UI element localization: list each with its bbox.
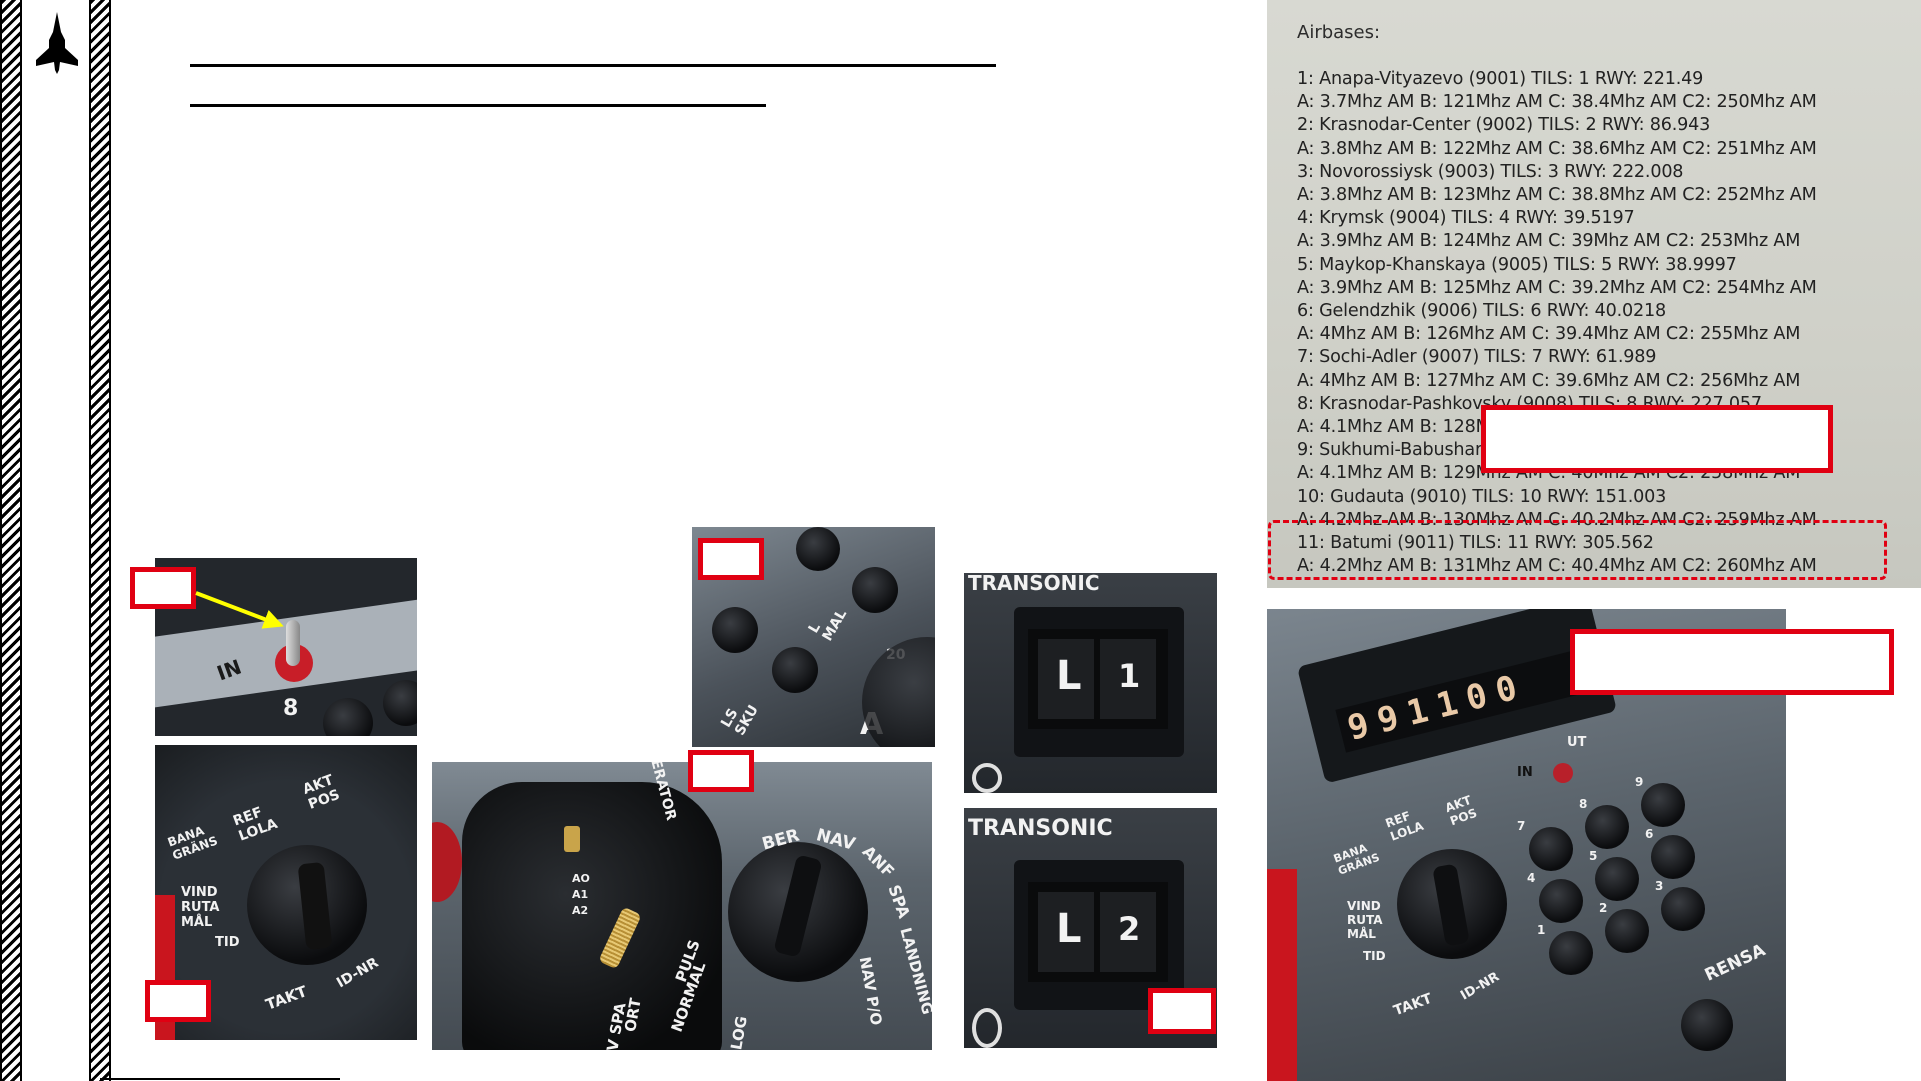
key-label: 1 bbox=[1537, 923, 1546, 937]
list-item: A: 3.8Mhz AM B: 123Mhz AM C: 38.8Mhz AM … bbox=[1297, 185, 1817, 206]
tils-letter: L bbox=[1056, 653, 1082, 699]
keypad-key-4[interactable] bbox=[1539, 879, 1583, 923]
lever-label: A1 bbox=[572, 888, 589, 901]
tils-digit: 2 bbox=[1118, 910, 1141, 948]
key-label: 2 bbox=[1599, 901, 1608, 915]
key-label: 3 bbox=[1655, 879, 1664, 893]
keypad-key-2[interactable] bbox=[1605, 909, 1649, 953]
keypad-key-7[interactable] bbox=[1529, 827, 1573, 871]
key-label: 8 bbox=[1579, 797, 1588, 811]
key-label: 9 bbox=[1635, 775, 1644, 789]
callout-box bbox=[688, 750, 754, 792]
lever-label: A2 bbox=[572, 904, 589, 917]
list-item: 7: Sochi-Adler (9007) TILS: 7 RWY: 61.98… bbox=[1297, 347, 1657, 368]
batumi-highlight bbox=[1268, 520, 1887, 580]
keypad-key-8[interactable] bbox=[1585, 805, 1629, 849]
selector-label-vind: VIND RUTA MÅL bbox=[1347, 899, 1383, 941]
keypad-key-1[interactable] bbox=[1549, 931, 1593, 975]
sidebar-hatch-left bbox=[0, 0, 22, 1081]
list-item: A: 3.9Mhz AM B: 125Mhz AM C: 39.2Mhz AM … bbox=[1297, 277, 1817, 298]
list-item: 1: Anapa-Vityazevo (9001) TILS: 1 RWY: 2… bbox=[1297, 69, 1704, 89]
knob[interactable] bbox=[383, 680, 417, 726]
rensa-button[interactable] bbox=[1681, 999, 1733, 1051]
push-button[interactable] bbox=[796, 527, 840, 571]
photo-tils-display-1: TRANSONIC L 1 bbox=[964, 573, 1217, 793]
transonic-label: TRANSONIC bbox=[968, 573, 1100, 595]
ut-label: UT bbox=[1567, 735, 1587, 750]
list-item: A: 3.8Mhz AM B: 122Mhz AM C: 38.6Mhz AM … bbox=[1297, 138, 1817, 159]
key-label: 6 bbox=[1645, 827, 1654, 841]
callout-box bbox=[1148, 988, 1216, 1034]
title-underline bbox=[190, 64, 996, 67]
airbases-list: 1: Anapa-Vityazevo (9001) TILS: 1 RWY: 2… bbox=[1297, 68, 1917, 578]
selector-label-vind: VIND RUTA MÅL bbox=[181, 885, 220, 930]
list-item: A: 3.9Mhz AM B: 124Mhz AM C: 39Mhz AM C2… bbox=[1297, 231, 1801, 252]
callout-box bbox=[145, 980, 211, 1022]
photo-master-mode: AO A1 A2 ERATOR BER NAV ANF SPA LANDNING… bbox=[432, 762, 932, 1050]
in-toggle-switch[interactable] bbox=[286, 620, 300, 666]
tils-letter: L bbox=[1056, 906, 1082, 952]
tils-digit: 1 bbox=[1118, 657, 1141, 695]
airbases-title: Airbases: bbox=[1297, 22, 1381, 43]
gold-button[interactable] bbox=[564, 826, 580, 852]
key-label: 4 bbox=[1527, 871, 1536, 885]
callout-box bbox=[130, 567, 196, 609]
list-item: 6: Gelendzhik (9006) TILS: 6 RWY: 40.021… bbox=[1297, 301, 1666, 322]
list-item: 5: Maykop-Khanskaya (9005) TILS: 5 RWY: … bbox=[1297, 254, 1737, 275]
list-item: A: 3.7Mhz AM B: 121Mhz AM C: 38.4Mhz AM … bbox=[1297, 92, 1817, 113]
selector-label-tid: TID bbox=[215, 935, 240, 950]
list-item: A: 4Mhz AM B: 126Mhz AM C: 39.4Mhz AM C2… bbox=[1297, 324, 1801, 345]
callout-box bbox=[698, 538, 764, 580]
list-item: A: 4Mhz AM B: 127Mhz AM C: 39.6Mhz AM C2… bbox=[1297, 370, 1801, 391]
selector-label-tid: TID bbox=[1363, 949, 1386, 963]
footer-rule bbox=[100, 1078, 340, 1080]
push-button[interactable] bbox=[712, 607, 758, 653]
keypad-key-9[interactable] bbox=[1641, 783, 1685, 827]
aircraft-logo-icon bbox=[36, 12, 78, 74]
digit-label: 8 bbox=[283, 696, 299, 721]
knob[interactable] bbox=[323, 698, 373, 736]
in-ut-indicator bbox=[1553, 763, 1573, 783]
sidebar-hatch-right bbox=[89, 0, 111, 1081]
key-label: 7 bbox=[1517, 819, 1526, 833]
keypad-key-3[interactable] bbox=[1661, 887, 1705, 931]
lever-label: AO bbox=[572, 872, 590, 885]
list-item: 10: Gudauta (9010) TILS: 10 RWY: 151.003 bbox=[1297, 486, 1667, 507]
transonic-label: TRANSONIC bbox=[968, 816, 1113, 841]
keypad-key-6[interactable] bbox=[1651, 835, 1695, 879]
list-item: 2: Krasnodar-Center (9002) TILS: 2 RWY: … bbox=[1297, 115, 1711, 136]
push-button[interactable] bbox=[772, 647, 818, 693]
key-label: 5 bbox=[1589, 849, 1598, 863]
callout-box bbox=[1570, 629, 1894, 695]
list-item: 4: Krymsk (9004) TILS: 4 RWY: 39.5197 bbox=[1297, 208, 1635, 229]
subtitle-underline bbox=[190, 104, 766, 107]
list-item: 3: Novorossiysk (9003) TILS: 3 RWY: 222.… bbox=[1297, 161, 1684, 182]
lmal-button[interactable] bbox=[852, 567, 898, 613]
airbases-list-doc: Airbases: 1: Anapa-Vityazevo (9001) TILS… bbox=[1267, 0, 1921, 588]
in-label: IN bbox=[1517, 765, 1533, 780]
keypad-key-5[interactable] bbox=[1595, 857, 1639, 901]
callout-box bbox=[1481, 405, 1833, 473]
